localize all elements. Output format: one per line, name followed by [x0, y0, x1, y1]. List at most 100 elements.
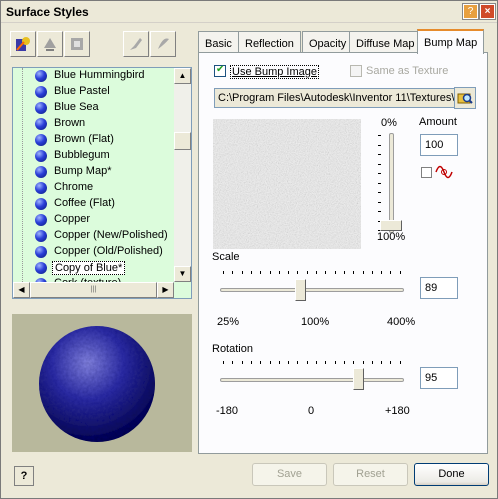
slider-tick [343, 271, 345, 274]
scroll-down-button[interactable]: ▼ [174, 266, 191, 282]
apply-style-button[interactable] [150, 31, 176, 57]
paste-style-button[interactable] [123, 31, 149, 57]
new-style-button[interactable] [10, 31, 36, 57]
scale-track [220, 288, 404, 292]
slider-tick [343, 361, 345, 364]
slider-tick [378, 211, 381, 212]
slider-tick [306, 271, 308, 274]
slider-tick [381, 271, 383, 274]
style-sphere-icon [35, 182, 47, 194]
list-item[interactable]: Brown (Flat) [13, 132, 175, 148]
tab-opacity[interactable]: Opacity [302, 31, 354, 53]
list-item[interactable]: Blue Sea [13, 100, 175, 116]
style-sphere-icon [35, 134, 47, 146]
scale-min-label: 25% [217, 316, 240, 328]
styles-list[interactable]: Blue Hummingbird Blue Pastel Blue Sea Brown… [12, 67, 192, 299]
list-item[interactable]: Blue Hummingbird [13, 68, 175, 84]
use-bump-image-label: Use Bump Image [230, 65, 319, 79]
slider-tick [306, 361, 308, 364]
tab-bump-map[interactable]: Bump Map [417, 29, 485, 54]
vertical-scrollbar[interactable]: ▲ ▼ [174, 68, 191, 282]
slider-tick [325, 271, 327, 274]
slider-tick [362, 271, 364, 274]
slider-tick [371, 361, 373, 364]
rotation-thumb[interactable] [353, 368, 364, 390]
slider-tick [353, 361, 355, 364]
list-item[interactable]: Chrome [13, 180, 175, 196]
reset-button[interactable]: Reset [333, 463, 408, 486]
slider-tick [362, 361, 364, 364]
help-button[interactable]: ? [14, 466, 34, 486]
style-sphere-icon [35, 198, 47, 210]
slider-tick [260, 271, 262, 274]
scale-thumb[interactable] [295, 279, 306, 301]
list-item-label: Bump Map* [54, 165, 112, 177]
slider-tick [316, 271, 317, 274]
list-item[interactable]: Brown [13, 116, 175, 132]
slider-tick [399, 271, 401, 274]
style-sphere-icon [35, 118, 47, 130]
save-button[interactable]: Save [252, 463, 327, 486]
list-item[interactable]: Copper (New/Polished) [13, 228, 175, 244]
help-title-button[interactable]: ? [462, 3, 479, 20]
vertical-scroll-thumb[interactable] [174, 132, 191, 150]
list-item-label: Copper (Old/Polished) [54, 245, 163, 257]
slider-tick [334, 271, 336, 274]
amount-thumb[interactable] [380, 220, 402, 231]
rotation-mid-label: 0 [308, 405, 315, 417]
slider-tick [316, 361, 317, 364]
list-item[interactable]: Copy of Blue* [13, 260, 175, 276]
slider-tick [232, 271, 234, 274]
slider-tick [378, 163, 381, 165]
slider-tick [390, 361, 392, 364]
tab-diffuse-map[interactable]: Diffuse Map [349, 31, 422, 53]
slider-tick [378, 144, 381, 146]
folder-browse-icon [457, 93, 473, 104]
paste-style-icon [130, 38, 142, 50]
use-bump-image-checkbox[interactable] [214, 64, 226, 77]
apply-style-icon [158, 38, 169, 49]
slider-tick [269, 271, 271, 274]
same-as-texture-checkbox[interactable] [350, 65, 362, 77]
horizontal-scroll-thumb[interactable]: ||| [30, 282, 157, 298]
bump-image-path-field[interactable]: C:\Program Files\Autodesk\Inventor 11\Te… [214, 88, 474, 108]
amount-label: Amount [419, 116, 457, 128]
purge-style-button[interactable] [37, 31, 63, 57]
tab-reflection[interactable]: Reflection [238, 31, 301, 53]
list-item-label: Chrome [54, 181, 94, 193]
delete-style-button[interactable] [64, 31, 90, 57]
slider-tick [378, 135, 381, 136]
list-item[interactable]: Bump Map* [13, 164, 175, 180]
list-item-label: Coffee (Flat) [54, 197, 115, 209]
scroll-up-button[interactable]: ▲ [174, 68, 191, 84]
scroll-left-button[interactable]: ◀ [13, 282, 30, 298]
slider-tick [250, 361, 252, 364]
list-item-label: Copper [54, 213, 91, 225]
scale-input[interactable]: 89 [420, 277, 458, 299]
list-item[interactable]: Copper (Old/Polished) [13, 244, 175, 260]
slider-tick [399, 361, 401, 364]
amount-input[interactable]: 100 [420, 134, 458, 156]
browse-button[interactable] [454, 87, 476, 109]
list-item[interactable]: Bubblegum [13, 148, 175, 164]
list-item[interactable]: Blue Pastel [13, 84, 175, 100]
done-button[interactable]: Done [414, 463, 489, 486]
list-item-label: Brown [54, 117, 86, 129]
new-style-icon [16, 37, 30, 51]
list-item[interactable]: Copper [13, 212, 175, 228]
horizontal-scrollbar[interactable]: ◀ ||| ▶ [13, 282, 174, 298]
slider-tick [288, 271, 290, 274]
style-sphere-icon [35, 230, 47, 242]
scale-mid-label: 100% [301, 316, 330, 328]
list-item[interactable]: Coffee (Flat) [13, 196, 175, 212]
close-button[interactable]: × [479, 3, 496, 20]
slider-tick [260, 361, 262, 364]
invert-checkbox[interactable] [421, 167, 432, 178]
slider-tick [378, 182, 381, 184]
style-sphere-icon [35, 150, 47, 162]
tab-basic[interactable]: Basic [198, 31, 239, 53]
slider-tick [378, 192, 381, 193]
list-item-label: Brown (Flat) [54, 133, 114, 145]
scroll-right-button[interactable]: ▶ [157, 282, 174, 298]
rotation-input[interactable]: 95 [420, 367, 458, 389]
